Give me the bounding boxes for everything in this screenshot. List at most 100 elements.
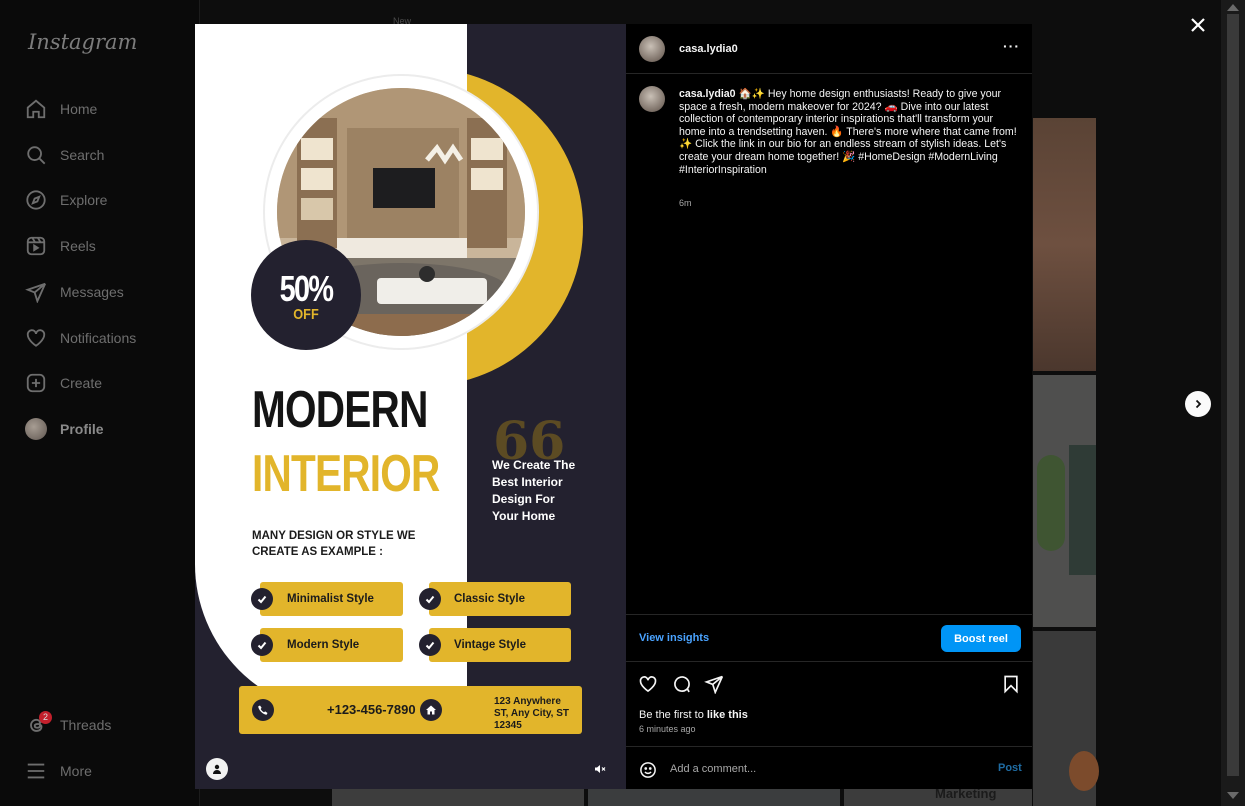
comment-icon[interactable] xyxy=(672,674,692,694)
style-label: Modern Style xyxy=(287,639,360,651)
caption-text: 🏠✨ Hey home design enthusiasts! Ready to… xyxy=(679,88,1017,176)
view-insights-link[interactable]: View insights xyxy=(639,632,709,644)
style-pill: Modern Style xyxy=(260,628,403,662)
sidebar-item-label: Home xyxy=(60,101,98,117)
scroll-up-arrow[interactable] xyxy=(1227,4,1239,11)
check-icon xyxy=(251,588,273,610)
emoji-icon[interactable] xyxy=(639,761,657,779)
notification-badge: 2 xyxy=(39,711,52,724)
bookmark-icon[interactable] xyxy=(1001,674,1021,694)
sidebar-item-label: More xyxy=(60,763,92,779)
check-icon xyxy=(251,634,273,656)
share-icon[interactable] xyxy=(704,674,724,694)
check-icon xyxy=(419,634,441,656)
post-header: casa.lydia0 ··· xyxy=(626,24,1032,74)
post-media[interactable]: 50% OFF MODERN INTERIOR MANY DESIGN OR S… xyxy=(195,24,626,789)
sidebar-item-label: Reels xyxy=(60,238,96,254)
author-username[interactable]: casa.lydia0 xyxy=(679,43,738,55)
post-time-ago: 6 minutes ago xyxy=(639,724,696,734)
poster-title-line1: MODERN xyxy=(252,381,428,439)
post-details-panel: casa.lydia0 ··· casa.lydia0 🏠✨ Hey home … xyxy=(626,24,1032,789)
sidebar-item-profile[interactable]: Profile xyxy=(25,414,104,444)
reels-icon xyxy=(26,236,46,256)
discount-value: 50% xyxy=(279,268,334,309)
background-post-thumb[interactable] xyxy=(1033,631,1099,806)
sidebar-item-reels[interactable]: Reels xyxy=(25,231,96,261)
sidebar-item-label: Create xyxy=(60,375,103,391)
chevron-right-icon xyxy=(1195,399,1202,409)
plus-square-icon xyxy=(26,373,46,393)
sidebar-item-label: Threads xyxy=(60,717,112,733)
heart-icon xyxy=(26,329,46,347)
scrollbar[interactable] xyxy=(1221,0,1245,806)
home-icon xyxy=(420,699,442,721)
mute-button[interactable] xyxy=(589,758,611,780)
discount-word: OFF xyxy=(293,306,319,323)
background-post-thumb[interactable] xyxy=(1033,118,1096,371)
sidebar: Instagram Home Search Explore Reels Mess… xyxy=(0,0,200,806)
muted-speaker-icon xyxy=(595,765,606,773)
style-label: Vintage Style xyxy=(454,639,527,651)
sidebar-item-notifications[interactable]: Notifications xyxy=(25,323,136,353)
caption-username[interactable]: casa.lydia0 xyxy=(679,88,736,100)
sidebar-item-threads[interactable]: 2 Threads xyxy=(25,710,111,740)
instagram-logo[interactable]: Instagram xyxy=(28,30,137,54)
sidebar-item-search[interactable]: Search xyxy=(25,140,104,170)
like-heart-icon[interactable] xyxy=(638,674,658,694)
scrollbar-thumb[interactable] xyxy=(1227,14,1239,776)
background-post-thumb[interactable] xyxy=(588,789,840,806)
instagram-window: Instagram Home Search Explore Reels Mess… xyxy=(0,0,1245,806)
likes-summary: Be the first to like this xyxy=(639,709,748,721)
poster-tagline: We Create The Best Interior Design For Y… xyxy=(492,458,576,523)
divider xyxy=(626,661,1032,662)
search-icon xyxy=(27,146,46,165)
divider xyxy=(626,746,1032,747)
contact-phone: +123-456-7890 xyxy=(327,702,416,717)
style-pill: Minimalist Style xyxy=(260,582,403,616)
post-caption: casa.lydia0 🏠✨ Hey home design enthusias… xyxy=(679,88,1017,176)
send-icon xyxy=(25,282,47,303)
discount-badge: 50% OFF xyxy=(251,240,361,350)
contact-bar: +123-456-7890 123 Anywhere ST, Any City,… xyxy=(239,686,582,734)
like-this-link[interactable]: like this xyxy=(707,709,748,721)
post-comment-button[interactable]: Post xyxy=(998,762,1022,774)
sidebar-item-label: Notifications xyxy=(60,330,137,346)
sidebar-item-messages[interactable]: Messages xyxy=(25,277,124,307)
avatar xyxy=(25,418,47,440)
sidebar-item-label: Explore xyxy=(60,192,108,208)
likes-prefix: Be the first to xyxy=(639,709,707,721)
poster-title-line2: INTERIOR xyxy=(252,445,440,503)
sidebar-item-explore[interactable]: Explore xyxy=(25,185,107,215)
sidebar-item-create[interactable]: Create xyxy=(25,368,102,398)
next-post-button[interactable] xyxy=(1185,391,1211,417)
compass-icon xyxy=(26,190,46,210)
style-pill: Classic Style xyxy=(429,582,571,616)
background-post-thumb[interactable] xyxy=(1033,375,1096,627)
sidebar-item-more[interactable]: More xyxy=(25,756,92,786)
boost-reel-button[interactable]: Boost reel xyxy=(941,625,1021,652)
style-label: Classic Style xyxy=(454,593,525,605)
menu-icon xyxy=(27,763,45,779)
scroll-down-arrow[interactable] xyxy=(1227,792,1239,799)
author-avatar[interactable] xyxy=(639,36,665,62)
background-post-thumb[interactable] xyxy=(332,789,584,806)
home-icon xyxy=(26,99,46,119)
divider xyxy=(626,614,1032,615)
sidebar-item-label: Profile xyxy=(60,421,104,437)
tagged-users-button[interactable] xyxy=(206,758,228,780)
phone-icon xyxy=(252,699,274,721)
sidebar-item-label: Messages xyxy=(60,284,124,300)
user-icon xyxy=(213,764,221,774)
style-pill: Vintage Style xyxy=(429,628,571,662)
style-label: Minimalist Style xyxy=(287,593,374,605)
close-icon[interactable] xyxy=(1187,14,1209,36)
sidebar-item-label: Search xyxy=(60,147,105,163)
sidebar-item-home[interactable]: Home xyxy=(25,94,97,124)
caption-avatar[interactable] xyxy=(639,86,665,112)
poster-subheading: MANY DESIGN OR STYLE WE CREATE AS EXAMPL… xyxy=(252,530,416,558)
comment-input[interactable] xyxy=(670,758,970,780)
contact-address: 123 Anywhere ST, Any City, ST 12345 xyxy=(494,696,570,731)
caption-timestamp: 6m xyxy=(679,198,692,208)
more-options-button[interactable]: ··· xyxy=(1003,38,1020,54)
check-icon xyxy=(419,588,441,610)
